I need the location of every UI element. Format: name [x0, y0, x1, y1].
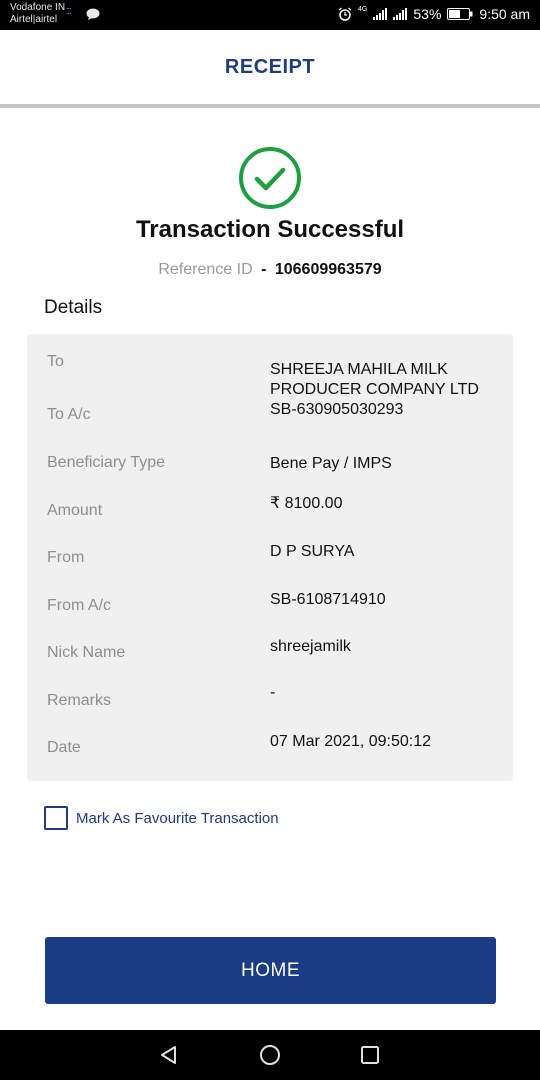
detail-value: SHREEJA MAHILA MILK PRODUCER COMPANY LTD [270, 361, 479, 398]
home-button[interactable]: HOME [45, 937, 496, 1004]
detail-label: Amount [47, 502, 103, 519]
recent-apps-icon[interactable] [360, 1045, 380, 1065]
network-type: 4G [358, 6, 367, 22]
detail-value: SB-6108714910 [270, 591, 386, 608]
detail-label: From [47, 549, 85, 566]
detail-label: Beneficiary Type [47, 454, 165, 471]
reference-separator: - [261, 261, 267, 278]
app-header: RECEIPT [0, 30, 540, 104]
reference-line: Reference ID - 106609963579 [0, 261, 540, 279]
alarm-icon [338, 7, 352, 21]
home-nav-icon[interactable] [259, 1044, 281, 1066]
detail-value: SB-630905030293 [270, 401, 404, 418]
back-icon[interactable] [158, 1044, 180, 1066]
detail-value: Bene Pay / IMPS [270, 455, 392, 472]
status-indicators: 4G 53% 9:50 am [338, 6, 530, 22]
system-nav-bar [0, 1030, 540, 1080]
detail-value: D P SURYA [270, 543, 355, 560]
battery-icon [447, 8, 473, 20]
detail-value: - [270, 684, 276, 701]
check-circle-icon [239, 147, 301, 209]
battery-percent: 53% [413, 6, 442, 22]
carrier-info: Vodafone IN Airtel|airtel [10, 2, 65, 26]
favourite-label[interactable]: Mark As Favourite Transaction [76, 810, 279, 827]
network-dots-icon: ⁚⁚⁚ [66, 7, 72, 16]
header-divider [0, 104, 540, 108]
detail-label: To [47, 353, 64, 370]
signal-icon [373, 8, 388, 20]
network-type-label: 4G [358, 6, 368, 13]
details-heading: Details [44, 297, 103, 318]
detail-label: Date [47, 739, 81, 756]
clock: 9:50 am [479, 6, 530, 22]
detail-label: Nick Name [47, 644, 126, 661]
detail-value: 07 Mar 2021, 09:50:12 [270, 733, 432, 750]
page-title: RECEIPT [224, 56, 316, 78]
carrier-line-1: Vodafone IN [10, 2, 66, 13]
message-icon [86, 8, 100, 20]
reference-label: Reference ID [158, 261, 253, 278]
detail-label: Remarks [47, 692, 112, 709]
reference-id: 106609963579 [274, 261, 382, 278]
transaction-status-title: Transaction Successful [135, 216, 405, 243]
favourite-toggle[interactable]: Mark As Favourite Transaction [44, 806, 279, 830]
detail-value: ₹ 8100.00 [270, 495, 343, 512]
carrier-line-2: Airtel|airtel [10, 14, 58, 25]
detail-value: shreejamilk [270, 638, 351, 655]
detail-label: To A/c [47, 406, 91, 423]
status-bar: Vodafone IN Airtel|airtel ⁚⁚⁚ 4G 53% 9:5… [0, 0, 540, 30]
detail-label: From A/c [47, 597, 112, 614]
details-card: To SHREEJA MAHILA MILK PRODUCER COMPANY … [27, 334, 513, 781]
signal-icon-2 [393, 8, 408, 20]
favourite-checkbox[interactable] [44, 806, 68, 830]
